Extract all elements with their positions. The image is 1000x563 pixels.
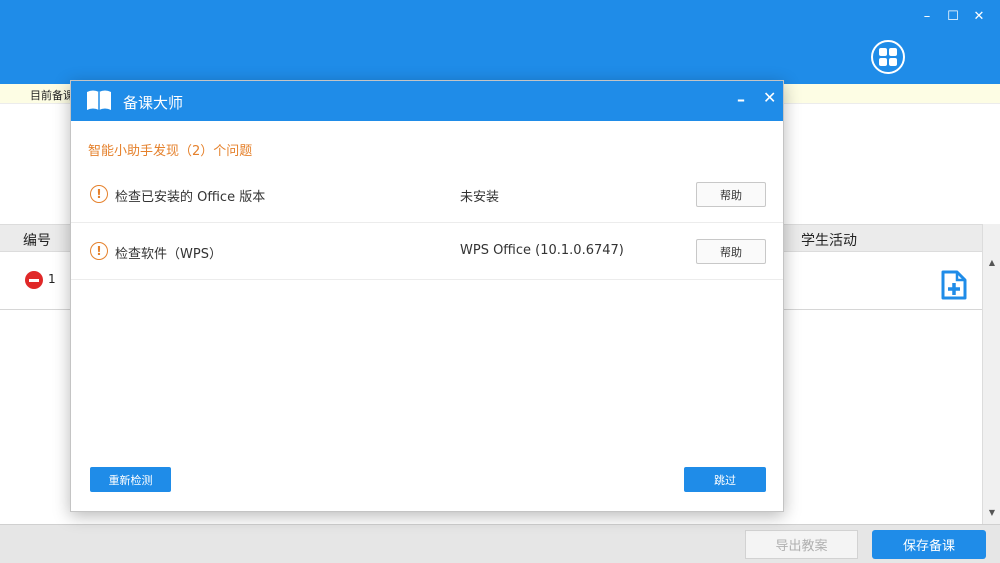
dialog-close-button[interactable]: ✕ bbox=[763, 88, 776, 107]
check-row-wps: ! 检查软件（WPS） WPS Office (10.1.0.6747) 帮助 bbox=[71, 223, 783, 280]
scroll-up-icon[interactable]: ▲ bbox=[983, 254, 1000, 270]
vertical-scrollbar[interactable]: ▲ ▼ bbox=[982, 224, 1000, 524]
check-label: 检查软件（WPS） bbox=[115, 247, 222, 262]
issue-summary: 智能小助手发现（2）个问题 bbox=[88, 144, 253, 159]
window-close-button[interactable]: ✕ bbox=[966, 6, 992, 26]
window-maximize-button[interactable]: ☐ bbox=[940, 6, 966, 26]
check-label: 检查已安装的 Office 版本 bbox=[115, 190, 266, 205]
skip-button[interactable]: 跳过 bbox=[684, 467, 766, 492]
dialog-header: 备课大师 – ✕ bbox=[71, 81, 783, 121]
remove-circle-icon[interactable] bbox=[25, 271, 43, 289]
row-number: 1 bbox=[48, 272, 56, 286]
window-controls: – ☐ ✕ bbox=[914, 6, 992, 26]
check-dialog: 备课大师 – ✕ 智能小助手发现（2）个问题 ! 检查已安装的 Office 版… bbox=[70, 80, 784, 512]
help-button-office[interactable]: 帮助 bbox=[696, 182, 766, 207]
warning-circle-icon: ! bbox=[90, 242, 108, 260]
check-row-office: ! 检查已安装的 Office 版本 未安装 帮助 bbox=[71, 166, 783, 223]
grid-menu-icon[interactable] bbox=[871, 40, 905, 74]
dialog-title: 备课大师 bbox=[123, 94, 184, 112]
scroll-down-icon[interactable]: ▼ bbox=[983, 504, 1000, 520]
window-minimize-button[interactable]: – bbox=[914, 6, 940, 26]
add-file-icon[interactable] bbox=[940, 270, 968, 304]
book-icon bbox=[86, 89, 112, 115]
help-button-wps[interactable]: 帮助 bbox=[696, 239, 766, 264]
notice-text: 目前备课 bbox=[30, 89, 74, 102]
warning-circle-icon: ! bbox=[90, 185, 108, 203]
footer-bar: 导出教案 保存备课 bbox=[0, 524, 1000, 563]
export-lesson-button[interactable]: 导出教案 bbox=[745, 530, 858, 559]
column-header-number: 编号 bbox=[23, 233, 51, 249]
app-header: – ☐ ✕ bbox=[0, 0, 1000, 84]
save-lesson-button[interactable]: 保存备课 bbox=[872, 530, 986, 559]
check-status: WPS Office (10.1.0.6747) bbox=[460, 243, 624, 258]
recheck-button[interactable]: 重新检测 bbox=[90, 467, 171, 492]
check-status: 未安装 bbox=[460, 190, 500, 205]
column-header-activity: 学生活动 bbox=[801, 233, 857, 249]
dialog-minimize-button[interactable]: – bbox=[737, 90, 745, 109]
